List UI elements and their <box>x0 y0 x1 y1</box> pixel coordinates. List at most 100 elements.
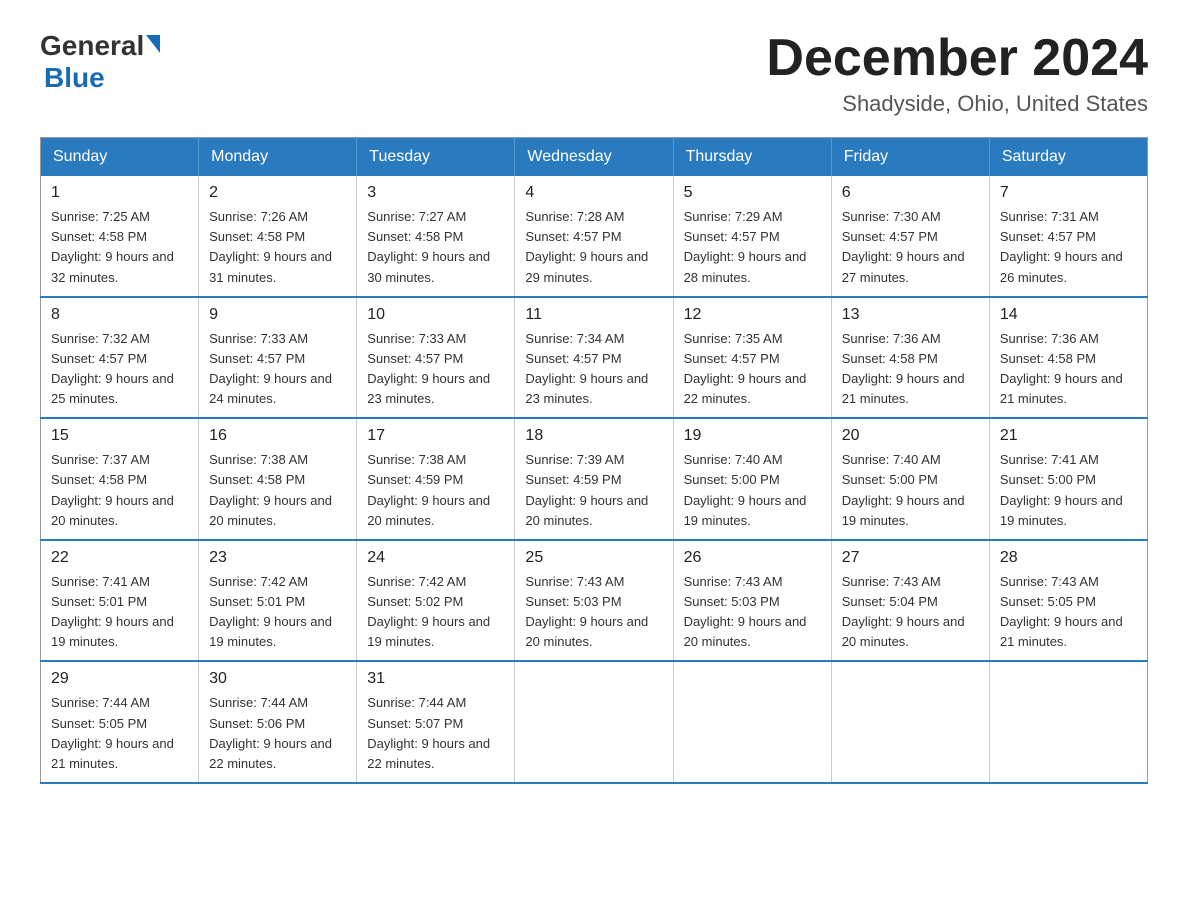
page-header: General Blue December 2024 Shadyside, Oh… <box>40 30 1148 117</box>
day-number: 22 <box>51 549 188 567</box>
calendar-week-row: 22Sunrise: 7:41 AMSunset: 5:01 PMDayligh… <box>41 540 1148 662</box>
calendar-cell: 14 Sunrise: 7:36 AMSunset: 4:58 PMDayligh… <box>989 297 1147 419</box>
day-info: Sunrise: 7:30 AMSunset: 4:57 PMDaylight:… <box>842 207 979 288</box>
day-number: 11 <box>525 306 662 324</box>
day-info: Sunrise: 7:29 AMSunset: 4:57 PMDaylight:… <box>684 207 821 288</box>
day-info: Sunrise: 7:43 AMSunset: 5:05 PMDaylight:… <box>1000 572 1137 653</box>
day-number: 27 <box>842 549 979 567</box>
day-info: Sunrise: 7:32 AMSunset: 4:57 PMDaylight:… <box>51 329 188 410</box>
day-number: 17 <box>367 427 504 445</box>
calendar-cell: 1 Sunrise: 7:25 AMSunset: 4:58 PMDaylight… <box>41 176 199 297</box>
month-title: December 2024 <box>766 30 1148 87</box>
calendar-week-row: 1 Sunrise: 7:25 AMSunset: 4:58 PMDaylight… <box>41 176 1148 297</box>
day-info: Sunrise: 7:44 AMSunset: 5:06 PMDaylight:… <box>209 693 346 774</box>
day-number: 31 <box>367 670 504 688</box>
day-header-saturday: Saturday <box>989 138 1147 177</box>
day-info: Sunrise: 7:27 AMSunset: 4:58 PMDaylight:… <box>367 207 504 288</box>
calendar-cell: 9Sunrise: 7:33 AMSunset: 4:57 PMDaylight… <box>199 297 357 419</box>
day-number: 16 <box>209 427 346 445</box>
day-number: 1 <box>51 184 188 202</box>
logo-general-text: General <box>40 30 144 62</box>
calendar-cell: 19Sunrise: 7:40 AMSunset: 5:00 PMDayligh… <box>673 418 831 540</box>
calendar-cell: 8Sunrise: 7:32 AMSunset: 4:57 PMDaylight… <box>41 297 199 419</box>
day-number: 26 <box>684 549 821 567</box>
day-header-tuesday: Tuesday <box>357 138 515 177</box>
day-info: Sunrise: 7:35 AMSunset: 4:57 PMDaylight:… <box>684 329 821 410</box>
day-number: 24 <box>367 549 504 567</box>
calendar-cell <box>673 661 831 783</box>
day-info: Sunrise: 7:40 AMSunset: 5:00 PMDaylight:… <box>684 450 821 531</box>
day-info: Sunrise: 7:34 AMSunset: 4:57 PMDaylight:… <box>525 329 662 410</box>
calendar-cell: 28 Sunrise: 7:43 AMSunset: 5:05 PMDayligh… <box>989 540 1147 662</box>
title-area: December 2024 Shadyside, Ohio, United St… <box>766 30 1148 117</box>
day-number: 28 <box>1000 549 1137 567</box>
calendar-cell: 6 Sunrise: 7:30 AMSunset: 4:57 PMDaylight… <box>831 176 989 297</box>
logo-blue-text: Blue <box>44 62 105 93</box>
day-info: Sunrise: 7:36 AMSunset: 4:58 PMDaylight:… <box>1000 329 1137 410</box>
calendar-cell: 23 Sunrise: 7:42 AMSunset: 5:01 PMDayligh… <box>199 540 357 662</box>
calendar-cell: 18 Sunrise: 7:39 AMSunset: 4:59 PMDayligh… <box>515 418 673 540</box>
day-info: Sunrise: 7:43 AMSunset: 5:04 PMDaylight:… <box>842 572 979 653</box>
calendar-cell: 4 Sunrise: 7:28 AMSunset: 4:57 PMDaylight… <box>515 176 673 297</box>
calendar-cell: 25 Sunrise: 7:43 AMSunset: 5:03 PMDayligh… <box>515 540 673 662</box>
day-number: 18 <box>525 427 662 445</box>
day-info: Sunrise: 7:36 AMSunset: 4:58 PMDaylight:… <box>842 329 979 410</box>
calendar-cell: 17Sunrise: 7:38 AMSunset: 4:59 PMDayligh… <box>357 418 515 540</box>
day-number: 13 <box>842 306 979 324</box>
calendar-cell: 29Sunrise: 7:44 AMSunset: 5:05 PMDayligh… <box>41 661 199 783</box>
day-number: 12 <box>684 306 821 324</box>
day-info: Sunrise: 7:44 AMSunset: 5:07 PMDaylight:… <box>367 693 504 774</box>
day-number: 30 <box>209 670 346 688</box>
day-info: Sunrise: 7:39 AMSunset: 4:59 PMDaylight:… <box>525 450 662 531</box>
day-info: Sunrise: 7:33 AMSunset: 4:57 PMDaylight:… <box>209 329 346 410</box>
day-info: Sunrise: 7:28 AMSunset: 4:57 PMDaylight:… <box>525 207 662 288</box>
day-info: Sunrise: 7:40 AMSunset: 5:00 PMDaylight:… <box>842 450 979 531</box>
calendar-cell: 21 Sunrise: 7:41 AMSunset: 5:00 PMDayligh… <box>989 418 1147 540</box>
day-number: 4 <box>525 184 662 202</box>
calendar-cell: 3Sunrise: 7:27 AMSunset: 4:58 PMDaylight… <box>357 176 515 297</box>
calendar-week-row: 15 Sunrise: 7:37 AMSunset: 4:58 PMDayligh… <box>41 418 1148 540</box>
calendar-week-row: 29Sunrise: 7:44 AMSunset: 5:05 PMDayligh… <box>41 661 1148 783</box>
calendar-cell: 26 Sunrise: 7:43 AMSunset: 5:03 PMDayligh… <box>673 540 831 662</box>
logo-triangle-icon <box>146 35 160 53</box>
day-number: 14 <box>1000 306 1137 324</box>
location-subtitle: Shadyside, Ohio, United States <box>766 91 1148 117</box>
calendar-cell: 27 Sunrise: 7:43 AMSunset: 5:04 PMDayligh… <box>831 540 989 662</box>
calendar-cell: 15 Sunrise: 7:37 AMSunset: 4:58 PMDayligh… <box>41 418 199 540</box>
day-number: 5 <box>684 184 821 202</box>
calendar-cell: 16 Sunrise: 7:38 AMSunset: 4:58 PMDayligh… <box>199 418 357 540</box>
calendar-cell <box>989 661 1147 783</box>
day-info: Sunrise: 7:33 AMSunset: 4:57 PMDaylight:… <box>367 329 504 410</box>
day-header-sunday: Sunday <box>41 138 199 177</box>
day-info: Sunrise: 7:42 AMSunset: 5:02 PMDaylight:… <box>367 572 504 653</box>
day-header-monday: Monday <box>199 138 357 177</box>
calendar-cell <box>831 661 989 783</box>
day-number: 15 <box>51 427 188 445</box>
calendar-table: SundayMondayTuesdayWednesdayThursdayFrid… <box>40 137 1148 784</box>
day-number: 21 <box>1000 427 1137 445</box>
day-header-wednesday: Wednesday <box>515 138 673 177</box>
day-info: Sunrise: 7:41 AMSunset: 5:00 PMDaylight:… <box>1000 450 1137 531</box>
calendar-cell: 30 Sunrise: 7:44 AMSunset: 5:06 PMDayligh… <box>199 661 357 783</box>
calendar-header-row: SundayMondayTuesdayWednesdayThursdayFrid… <box>41 138 1148 177</box>
day-info: Sunrise: 7:42 AMSunset: 5:01 PMDaylight:… <box>209 572 346 653</box>
calendar-cell: 22Sunrise: 7:41 AMSunset: 5:01 PMDayligh… <box>41 540 199 662</box>
calendar-week-row: 8Sunrise: 7:32 AMSunset: 4:57 PMDaylight… <box>41 297 1148 419</box>
calendar-cell: 31 Sunrise: 7:44 AMSunset: 5:07 PMDayligh… <box>357 661 515 783</box>
calendar-cell: 5 Sunrise: 7:29 AMSunset: 4:57 PMDaylight… <box>673 176 831 297</box>
calendar-cell: 2Sunrise: 7:26 AMSunset: 4:58 PMDaylight… <box>199 176 357 297</box>
day-number: 23 <box>209 549 346 567</box>
logo: General Blue <box>40 30 160 94</box>
calendar-cell: 13 Sunrise: 7:36 AMSunset: 4:58 PMDayligh… <box>831 297 989 419</box>
day-info: Sunrise: 7:37 AMSunset: 4:58 PMDaylight:… <box>51 450 188 531</box>
day-info: Sunrise: 7:25 AMSunset: 4:58 PMDaylight:… <box>51 207 188 288</box>
day-info: Sunrise: 7:38 AMSunset: 4:58 PMDaylight:… <box>209 450 346 531</box>
calendar-cell: 12 Sunrise: 7:35 AMSunset: 4:57 PMDayligh… <box>673 297 831 419</box>
day-info: Sunrise: 7:43 AMSunset: 5:03 PMDaylight:… <box>684 572 821 653</box>
day-number: 10 <box>367 306 504 324</box>
calendar-cell: 11 Sunrise: 7:34 AMSunset: 4:57 PMDayligh… <box>515 297 673 419</box>
day-number: 25 <box>525 549 662 567</box>
day-number: 6 <box>842 184 979 202</box>
day-number: 2 <box>209 184 346 202</box>
day-info: Sunrise: 7:43 AMSunset: 5:03 PMDaylight:… <box>525 572 662 653</box>
